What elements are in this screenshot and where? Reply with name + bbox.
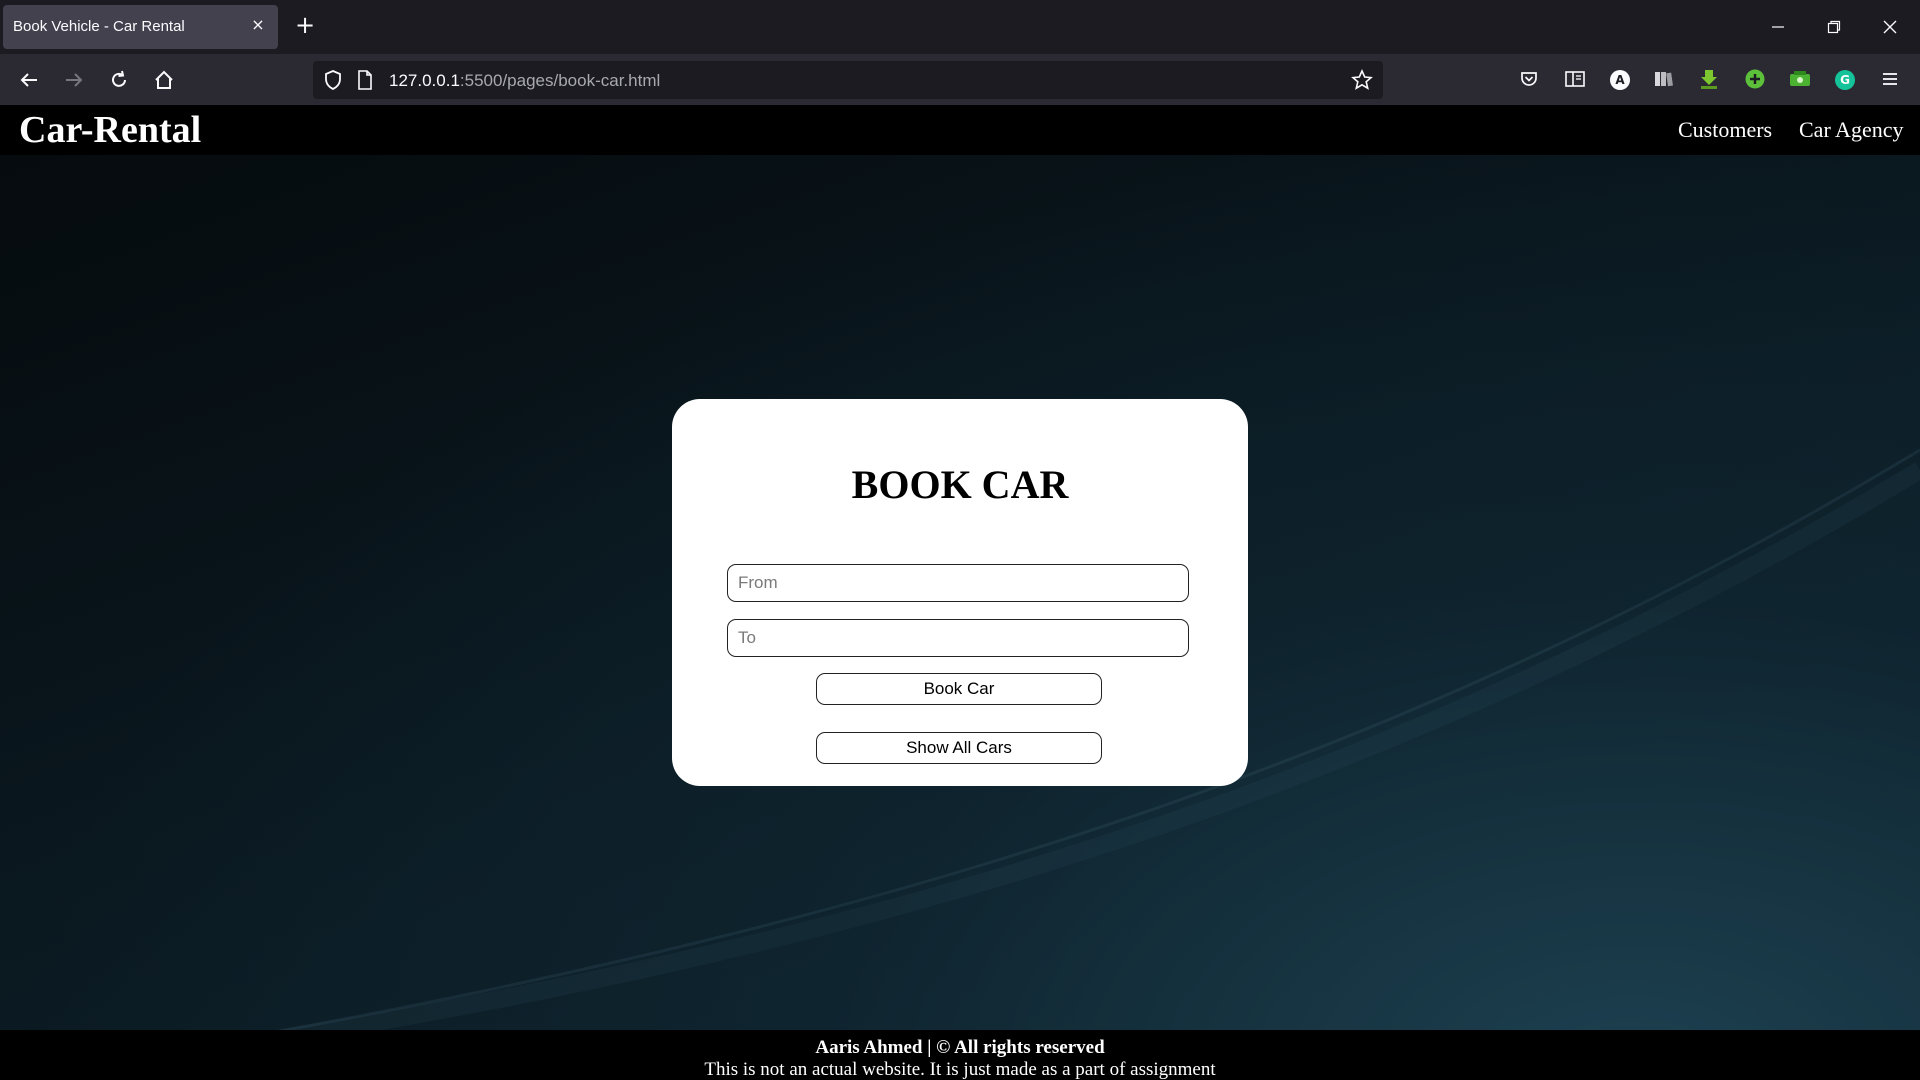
pocket-icon[interactable] [1517,67,1541,91]
page-viewport: Car-Rental Customers Car Agency BOOK CAR… [0,105,1920,1080]
to-input[interactable] [727,619,1189,657]
site-footer: Aaris Ahmed | © All rights reserved This… [0,1030,1920,1080]
reader-view-icon[interactable] [1563,67,1587,91]
browser-nav-bar: 127.0.0.1:5500/pages/book-car.html A G [0,54,1920,105]
grammarly-icon[interactable]: G [1833,67,1857,91]
site-brand[interactable]: Car-Rental [19,108,201,152]
new-tab-button[interactable]: + [293,13,317,38]
app-menu-icon[interactable] [1878,67,1902,91]
nav-link-car-agency[interactable]: Car Agency [1799,117,1903,143]
url-bar[interactable]: 127.0.0.1:5500/pages/book-car.html [313,61,1383,99]
tab-title: Book Vehicle - Car Rental [13,18,185,35]
show-all-cars-button[interactable]: Show All Cars [816,732,1102,764]
home-icon[interactable] [151,67,177,93]
url-text[interactable]: 127.0.0.1:5500/pages/book-car.html [389,71,660,91]
library-icon[interactable] [1652,67,1676,91]
close-window-icon[interactable] [1875,12,1905,42]
form-title: BOOK CAR [851,462,1069,507]
forward-icon[interactable] [61,67,87,93]
url-host: 127.0.0.1 [389,71,460,90]
account-extension-icon[interactable]: A [1608,67,1632,91]
reload-icon[interactable] [106,67,132,93]
url-path: :5500/pages/book-car.html [459,71,661,90]
book-car-button[interactable]: Book Car [816,673,1102,705]
bookmark-star-icon[interactable] [1351,69,1373,95]
from-input[interactable] [727,564,1189,602]
download-extension-icon[interactable] [1697,67,1721,91]
shield-icon[interactable] [323,69,343,95]
back-icon[interactable] [16,67,42,93]
footer-copyright: Aaris Ahmed | © All rights reserved [815,1037,1105,1058]
browser-tab-bar: Book Vehicle - Car Rental × + [0,0,1920,54]
nav-link-customers[interactable]: Customers [1678,117,1772,143]
footer-disclaimer: This is not an actual website. It is jus… [704,1059,1216,1080]
browser-tab-active[interactable]: Book Vehicle - Car Rental × [3,5,278,49]
tab-close-icon[interactable]: × [248,15,268,35]
minimize-icon[interactable] [1763,12,1793,42]
site-header: Car-Rental Customers Car Agency [0,105,1920,155]
book-car-card: BOOK CAR Book Car Show All Cars [672,399,1248,786]
restore-icon[interactable] [1819,12,1849,42]
page-icon [357,70,373,94]
wallet-extension-icon[interactable] [1788,67,1812,91]
add-extension-icon[interactable] [1743,67,1767,91]
